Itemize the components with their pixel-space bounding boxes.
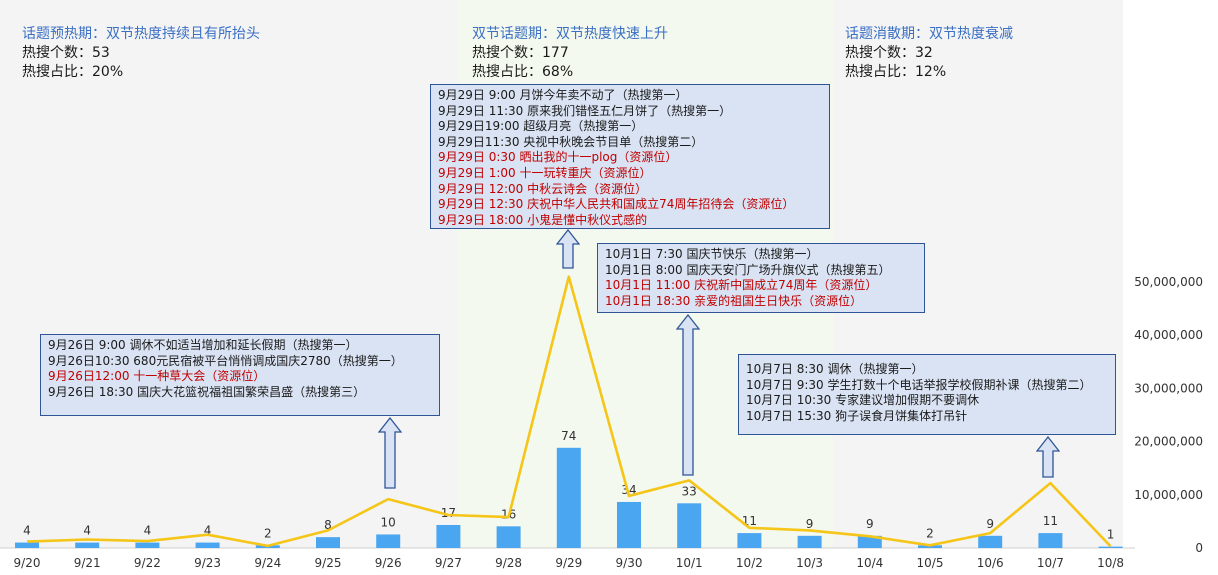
callout-line: 9月26日 18:30 国庆大花篮祝福祖国繁荣昌盛（热搜第三） bbox=[48, 384, 366, 399]
bar bbox=[135, 542, 160, 548]
y-tick-label: 0 bbox=[1195, 541, 1203, 555]
callout-line: 10月7日 15:30 狗子误食月饼集体打吊针 bbox=[746, 408, 968, 423]
bar-data-label: 11 bbox=[1043, 514, 1058, 528]
bar bbox=[75, 542, 100, 548]
callout-oct1: 10月1日 7:30 国庆节快乐（热搜第一） 10月1日 8:00 国庆天安门广… bbox=[597, 243, 925, 313]
bar bbox=[195, 542, 220, 548]
callout-line: 9月29日 1:00 十一玩转重庆（资源位） bbox=[438, 165, 652, 180]
x-tick-label: 9/30 bbox=[616, 556, 643, 570]
callout-line: 9月29日 18:00 小鬼是懂中秋仪式感的 bbox=[438, 212, 648, 227]
bar bbox=[436, 524, 461, 548]
callout-line: 9月29日 11:30 原来我们错怪五仁月饼了（热搜第一） bbox=[438, 103, 732, 118]
bar-data-label: 4 bbox=[83, 524, 91, 538]
x-tick-label: 9/20 bbox=[14, 556, 41, 570]
up-arrow-icon bbox=[1036, 436, 1060, 478]
bar bbox=[496, 526, 521, 548]
callout-line: 9月26日12:00 十一种草大会（资源位） bbox=[48, 369, 266, 384]
callout-oct7: 10月7日 8:30 调休（热搜第一） 10月7日 9:30 学生打数十个电话举… bbox=[738, 354, 1116, 435]
x-tick-label: 10/3 bbox=[796, 556, 823, 570]
y-tick-label: 30,000,000 bbox=[1134, 381, 1203, 395]
x-tick-label: 10/5 bbox=[917, 556, 944, 570]
callout-line: 9月26日10:30 680元民宿被平台悄悄调成国庆2780（热搜第一） bbox=[48, 353, 403, 368]
bar bbox=[1038, 533, 1063, 548]
up-arrow-icon bbox=[676, 314, 700, 476]
bar bbox=[1098, 546, 1123, 548]
bar-data-label: 33 bbox=[682, 484, 697, 498]
x-tick-label: 9/21 bbox=[74, 556, 101, 570]
bar bbox=[737, 533, 762, 548]
bar bbox=[797, 535, 822, 548]
phase-post-title: 话题消散期：双节热度衰减 bbox=[845, 26, 1013, 42]
callout-line: 10月1日 7:30 国庆节快乐（热搜第一） bbox=[605, 247, 819, 261]
callout-line: 9月29日 0:30 晒出我的十一plog（资源位） bbox=[438, 150, 678, 165]
y-tick-label: 50,000,000 bbox=[1134, 275, 1203, 289]
x-tick-label: 10/8 bbox=[1097, 556, 1124, 570]
phase-post-share: 热搜占比：12% bbox=[845, 64, 947, 80]
x-tick-label: 10/4 bbox=[856, 556, 883, 570]
x-tick-label: 10/6 bbox=[977, 556, 1004, 570]
x-tick-label: 9/24 bbox=[254, 556, 281, 570]
callout-line: 10月1日 8:00 国庆天安门广场升旗仪式（热搜第五） bbox=[605, 262, 891, 277]
callout-line: 10月7日 9:30 学生打数十个电话举报学校假期补课（热搜第二） bbox=[746, 377, 1092, 392]
phase-peak-header: 双节话题期：双节热度快速上升 热搜个数：177 热搜占比：68% bbox=[472, 25, 668, 82]
bar bbox=[376, 534, 401, 548]
callout-line: 9月29日 12:30 庆祝中华人民共和国成立74周年招待会（资源位） bbox=[438, 197, 795, 212]
x-tick-label: 9/27 bbox=[435, 556, 462, 570]
bar bbox=[556, 447, 581, 548]
callout-line: 9月29日 9:00 月饼今年卖不动了（热搜第一） bbox=[438, 88, 688, 102]
callout-line: 9月29日 12:00 中秋云诗会（资源位） bbox=[438, 181, 648, 196]
phase-pre-header: 话题预热期：双节热度持续且有所抬头 热搜个数：53 热搜占比：20% bbox=[22, 25, 260, 82]
phase-pre-title: 话题预热期：双节热度持续且有所抬头 bbox=[22, 26, 260, 42]
bar bbox=[15, 542, 39, 548]
callout-line: 10月7日 10:30 专家建议增加假期不要调休 bbox=[746, 393, 980, 408]
up-arrow-icon bbox=[556, 229, 580, 269]
bar-data-label: 2 bbox=[264, 526, 272, 540]
bar bbox=[617, 501, 641, 548]
y-tick-label: 10,000,000 bbox=[1134, 488, 1203, 502]
bar-data-label: 4 bbox=[144, 524, 152, 538]
bar-data-label: 11 bbox=[742, 514, 757, 528]
x-tick-label: 9/28 bbox=[495, 556, 522, 570]
x-tick-label: 9/29 bbox=[555, 556, 582, 570]
x-tick-label: 10/7 bbox=[1037, 556, 1064, 570]
callout-line: 10月7日 8:30 调休（热搜第一） bbox=[746, 362, 924, 376]
bar-data-label: 9 bbox=[986, 517, 994, 531]
bar bbox=[677, 503, 702, 548]
callout-line: 10月1日 18:30 亲爱的祖国生日快乐（资源位） bbox=[605, 293, 863, 308]
x-tick-label: 10/2 bbox=[736, 556, 763, 570]
chart-stage: 4 4 4 4 2 8 10 17 16 74 34 33 11 9 9 2 9 11 1 9/20 9/21 9/22 9… bbox=[0, 0, 1218, 575]
phase-peak-count: 热搜个数：177 bbox=[472, 45, 569, 61]
y-tick-label: 40,000,000 bbox=[1134, 328, 1203, 342]
callout-line: 9月29日11:30 央视中秋晚会节目单（热搜第二） bbox=[438, 134, 704, 149]
bar bbox=[978, 535, 1003, 548]
phase-peak-title: 双节话题期：双节热度快速上升 bbox=[472, 26, 668, 42]
x-tick-label: 9/23 bbox=[194, 556, 221, 570]
bar bbox=[316, 537, 340, 548]
bar-data-label: 9 bbox=[866, 517, 874, 531]
callout-line: 9月26日 9:00 调休不如适当增加和延长假期（热搜第一） bbox=[48, 338, 358, 352]
bar-data-label: 10 bbox=[381, 515, 396, 529]
bar-data-label: 4 bbox=[23, 524, 31, 538]
phase-pre-count: 热搜个数：53 bbox=[22, 45, 110, 61]
x-tick-label: 10/1 bbox=[676, 556, 703, 570]
callout-line: 9月29日19:00 超级月亮（热搜第一） bbox=[438, 119, 644, 134]
phase-post-count: 热搜个数：32 bbox=[845, 45, 933, 61]
phase-pre-share: 热搜占比：20% bbox=[22, 64, 124, 80]
callout-line: 10月1日 11:00 庆祝新中国成立74周年（资源位） bbox=[605, 278, 878, 293]
bar-data-label: 1 bbox=[1107, 528, 1115, 542]
y-tick-label: 20,000,000 bbox=[1134, 435, 1203, 449]
phase-post-header: 话题消散期：双节热度衰减 热搜个数：32 热搜占比：12% bbox=[845, 25, 1013, 82]
x-tick-label: 9/22 bbox=[134, 556, 161, 570]
callout-sep29: 9月29日 9:00 月饼今年卖不动了（热搜第一） 9月29日 11:30 原来… bbox=[430, 84, 830, 229]
x-tick-label: 9/25 bbox=[315, 556, 342, 570]
x-tick-label: 9/26 bbox=[375, 556, 402, 570]
up-arrow-icon bbox=[378, 417, 402, 489]
bar-data-label: 2 bbox=[926, 526, 934, 540]
phase-peak-share: 热搜占比：68% bbox=[472, 64, 574, 80]
callout-sep26: 9月26日 9:00 调休不如适当增加和延长假期（热搜第一） 9月26日10:3… bbox=[40, 334, 440, 416]
bar-data-label: 9 bbox=[806, 517, 814, 531]
bar-data-label: 74 bbox=[561, 429, 576, 443]
